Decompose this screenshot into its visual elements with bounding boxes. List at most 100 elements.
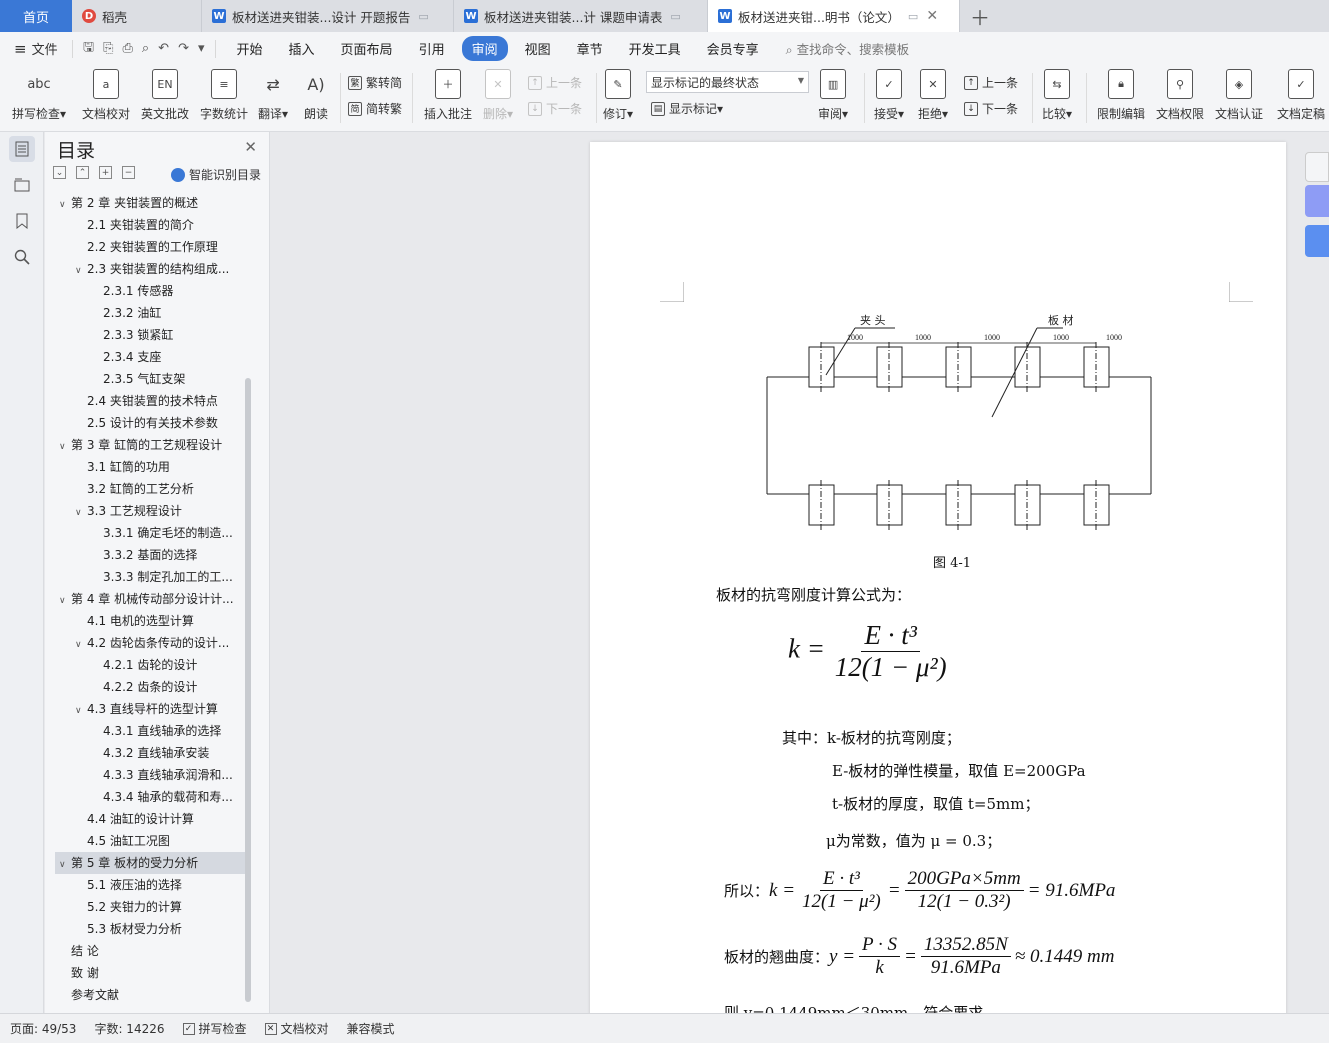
menu-view[interactable]: 视图: [512, 39, 564, 58]
chevron-down-icon[interactable]: ∨: [59, 436, 71, 456]
tab-doc-proposal[interactable]: W 板材送进夹钳装...设计 开题报告 ▭: [202, 0, 454, 32]
prev-comment-button[interactable]: ↑ 上一条: [528, 74, 582, 91]
toc-item[interactable]: 4.5 油缸工况图: [55, 830, 245, 852]
customize-chevron-icon[interactable]: ▾: [198, 41, 205, 56]
toc-item[interactable]: 2.1 夹钳装置的简介: [55, 214, 245, 236]
toc-item[interactable]: 2.3.3 锁紧缸: [55, 324, 245, 346]
toc-item[interactable]: ∨ 第 5 章 板材的受力分析: [55, 852, 245, 874]
toc-item[interactable]: 4.2.1 齿轮的设计: [55, 654, 245, 676]
toc-item[interactable]: 3.1 缸筒的功用: [55, 456, 245, 478]
toc-item[interactable]: ∨ 4.2 齿轮齿条传动的设计...: [55, 632, 245, 654]
tab-doc-thesis[interactable]: W 板材送进夹钳...明书（论文） ▭ ✕: [708, 0, 960, 32]
markup-state-select[interactable]: 显示标记的最终状态 ▼: [646, 71, 809, 93]
page-indicator[interactable]: 页面: 49/53: [10, 1020, 76, 1037]
menu-developer[interactable]: 开发工具: [616, 39, 694, 58]
remove-heading-icon[interactable]: −: [122, 166, 135, 179]
chevron-down-icon[interactable]: ∨: [75, 700, 87, 720]
toc-item[interactable]: ∨ 第 2 章 夹钳装置的概述: [55, 192, 245, 214]
expand-up-icon[interactable]: ⌃: [76, 166, 89, 179]
toc-item[interactable]: 2.3.2 油缸: [55, 302, 245, 324]
chapter-nav-icon[interactable]: [9, 172, 35, 198]
reject-button[interactable]: ✕ 拒绝▾: [918, 69, 948, 122]
toc-item[interactable]: 4.3.1 直线轴承的选择: [55, 720, 245, 742]
toc-item[interactable]: 2.5 设计的有关技术参数: [55, 412, 245, 434]
menu-review[interactable]: 审阅: [461, 36, 508, 61]
command-search[interactable]: ⌕ 查找命令、搜索模板: [786, 39, 910, 58]
toc-item[interactable]: 4.1 电机的选型计算: [55, 610, 245, 632]
toc-item[interactable]: 5.3 板材受力分析: [55, 918, 245, 940]
save-icon[interactable]: 🖫: [83, 38, 94, 60]
menu-member[interactable]: 会员专享: [694, 39, 772, 58]
toc-item[interactable]: 2.4 夹钳装置的技术特点: [55, 390, 245, 412]
chevron-down-icon[interactable]: ∨: [75, 634, 87, 654]
doc-certify-button[interactable]: ◈ 文档认证: [1215, 69, 1263, 122]
close-icon[interactable]: ✕: [926, 8, 938, 24]
collapse-ribbon-icon[interactable]: [1305, 152, 1329, 182]
smart-toc-button[interactable]: 智能识别目录: [170, 166, 261, 183]
track-changes-button[interactable]: ✎ 修订▾: [603, 69, 633, 122]
redo-icon[interactable]: ↷: [178, 41, 189, 56]
toc-item[interactable]: 4.3.2 直线轴承安装: [55, 742, 245, 764]
toc-item[interactable]: 4.4 油缸的设计计算: [55, 808, 245, 830]
format-painter-icon[interactable]: ⎘: [103, 41, 113, 56]
file-menu[interactable]: ≡ 文件: [0, 39, 72, 59]
tab-home[interactable]: 首页: [0, 0, 72, 32]
toc-item[interactable]: 2.2 夹钳装置的工作原理: [55, 236, 245, 258]
toc-item[interactable]: 2.3.5 气缸支架: [55, 368, 245, 390]
prev-change-button[interactable]: ↑ 上一条: [964, 74, 1018, 91]
translate-button[interactable]: ⇄ 翻译▾: [258, 69, 288, 122]
menu-layout[interactable]: 页面布局: [328, 39, 406, 58]
doc-finalize-button[interactable]: ✓ 文档定稿: [1277, 69, 1325, 122]
toc-scrollbar[interactable]: [245, 378, 251, 1002]
toc-item[interactable]: 2.3.4 支座: [55, 346, 245, 368]
undo-icon[interactable]: ↶: [158, 41, 169, 56]
status-doc-proof[interactable]: ✕ 文档校对: [264, 1020, 329, 1037]
toc-item[interactable]: 参考文献: [55, 984, 245, 1006]
simp-to-trad-button[interactable]: 简 简转繁: [348, 100, 402, 117]
toc-item[interactable]: 5.1 液压油的选择: [55, 874, 245, 896]
status-spell-check[interactable]: ✓ 拼写检查: [182, 1020, 247, 1037]
toc-item[interactable]: 4.3.4 轴承的载荷和寿...: [55, 786, 245, 808]
toc-item[interactable]: ∨ 2.3 夹钳装置的结构组成...: [55, 258, 245, 280]
chevron-down-icon[interactable]: ∨: [75, 260, 87, 280]
toc-item[interactable]: 4.2.2 齿条的设计: [55, 676, 245, 698]
toc-item[interactable]: 2.3.1 传感器: [55, 280, 245, 302]
toc-item[interactable]: 3.3.3 制定孔加工的工...: [55, 566, 245, 588]
next-comment-button[interactable]: ↓ 下一条: [528, 100, 582, 117]
toc-item[interactable]: 3.3.1 确定毛坯的制造...: [55, 522, 245, 544]
add-heading-icon[interactable]: +: [99, 166, 112, 179]
side-tool-icon[interactable]: [1305, 185, 1329, 217]
toc-panel-icon[interactable]: [9, 136, 35, 162]
read-aloud-button[interactable]: A) 朗读: [303, 69, 329, 122]
menu-insert[interactable]: 插入: [276, 39, 328, 58]
print-icon[interactable]: ⎙: [122, 41, 132, 56]
print-preview-icon[interactable]: ⌕: [142, 41, 149, 56]
doc-permission-button[interactable]: ⚲ 文档权限: [1156, 69, 1204, 122]
next-change-button[interactable]: ↓ 下一条: [964, 100, 1018, 117]
toc-item[interactable]: ∨ 第 4 章 机械传动部分设计计...: [55, 588, 245, 610]
trad-to-simp-button[interactable]: 繁 繁转简: [348, 74, 402, 91]
toc-item[interactable]: 结 论: [55, 940, 245, 962]
delete-comment-button[interactable]: ✕ 删除▾: [483, 69, 513, 122]
search-icon[interactable]: [9, 244, 35, 270]
insert-comment-button[interactable]: ＋ 插入批注: [424, 69, 472, 122]
bookmark-icon[interactable]: [9, 208, 35, 234]
chevron-down-icon[interactable]: ∨: [75, 502, 87, 522]
tab-daoke[interactable]: D 稻壳: [72, 0, 202, 32]
menu-references[interactable]: 引用: [406, 39, 458, 58]
new-tab-icon[interactable]: ＋: [960, 0, 1000, 32]
compare-button[interactable]: ⇆ 比较▾: [1042, 69, 1072, 122]
word-count[interactable]: 字数: 14226: [94, 1020, 164, 1037]
toc-item[interactable]: ∨ 4.3 直线导杆的选型计算: [55, 698, 245, 720]
restrict-edit-button[interactable]: 🔒︎ 限制编辑: [1097, 69, 1145, 122]
show-markup-button[interactable]: ▤ 显示标记 ▾: [651, 100, 723, 117]
chevron-down-icon[interactable]: ∨: [59, 590, 71, 610]
accept-button[interactable]: ✓ 接受▾: [874, 69, 904, 122]
toc-item[interactable]: ∨ 第 3 章 缸筒的工艺规程设计: [55, 434, 245, 456]
english-correct-button[interactable]: EN 英文批改: [141, 69, 189, 122]
review-pane-button[interactable]: ▥ 审阅▾: [818, 69, 848, 122]
word-count-button[interactable]: ≡ 字数统计: [200, 69, 248, 122]
toc-item[interactable]: 3.3.2 基面的选择: [55, 544, 245, 566]
toc-item[interactable]: 5.2 夹钳力的计算: [55, 896, 245, 918]
doc-proof-button[interactable]: a 文档校对: [82, 69, 130, 122]
